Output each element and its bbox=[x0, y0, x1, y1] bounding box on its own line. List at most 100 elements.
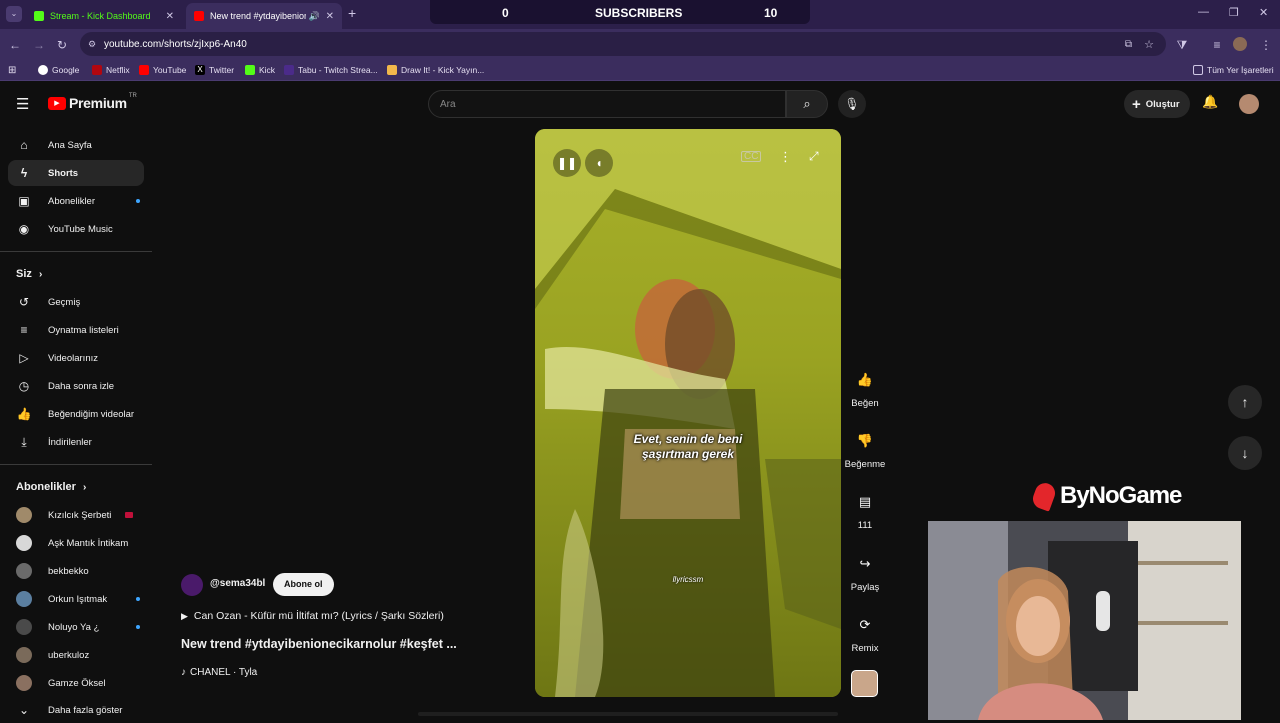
sidebar-item-your-videos[interactable]: ▷ Videolarınız bbox=[8, 345, 144, 371]
play-icon: ▶ bbox=[181, 610, 188, 621]
lyrics-caption: Evet, senin de beni şaşırtman gerek bbox=[535, 432, 841, 462]
create-button[interactable]: + Oluştur bbox=[1124, 90, 1190, 118]
close-tab-icon[interactable]: ✕ bbox=[166, 11, 174, 22]
forward-icon[interactable]: → bbox=[31, 37, 47, 53]
sidebar-channel[interactable]: Noluyo Ya ¿ bbox=[8, 614, 144, 640]
hamburger-menu-icon[interactable]: ☰ bbox=[16, 95, 29, 113]
search-button[interactable]: ⌕ bbox=[786, 90, 828, 118]
sidebar-section-subscriptions[interactable]: Abonelikler › bbox=[16, 481, 86, 493]
sidebar-channel[interactable]: Kızılcık Şerbeti bbox=[8, 502, 144, 528]
sidebar-item-label: Beğendiğim videolar bbox=[48, 408, 135, 420]
search-placeholder: Ara bbox=[440, 99, 456, 110]
channel-avatar bbox=[16, 675, 32, 691]
webcam-overlay bbox=[928, 521, 1241, 720]
channel-avatar bbox=[16, 591, 32, 607]
more-options-icon[interactable]: ⋮ bbox=[779, 149, 792, 165]
bookmark-netflix[interactable]: Netflix bbox=[92, 63, 130, 77]
close-window-icon[interactable]: ✕ bbox=[1259, 6, 1268, 19]
address-toolbar: ← → ↻ ⚙ youtube.com/shorts/zjIxp6-An40 ⧉… bbox=[0, 29, 1280, 59]
reload-icon[interactable]: ↻ bbox=[54, 37, 70, 53]
sidebar-item-history[interactable]: ↺ Geçmiş bbox=[8, 289, 144, 315]
fullscreen-icon[interactable]: ⤢ bbox=[809, 149, 819, 164]
bookmark-youtube[interactable]: YouTube bbox=[139, 63, 186, 77]
bookmark-drawit[interactable]: Draw It! - Kick Yayın... bbox=[387, 63, 484, 77]
remix-button[interactable]: ⟳ Remix bbox=[842, 611, 888, 654]
bookmark-star-icon[interactable]: ☆ bbox=[1144, 38, 1154, 51]
sidebar-channel[interactable]: Aşk Mantık İntikam bbox=[8, 530, 144, 556]
tab-youtube-short[interactable]: New trend #ytdayibenione 🔊 ✕ bbox=[186, 3, 342, 29]
browser-menu-icon[interactable]: ⋮ bbox=[1258, 37, 1274, 53]
bookmark-label: YouTube bbox=[153, 65, 187, 75]
video-progress-track[interactable] bbox=[418, 712, 838, 716]
site-info-icon[interactable]: ⚙ bbox=[88, 39, 96, 50]
sidebar-item-youtube-music[interactable]: ◉ YouTube Music bbox=[8, 216, 144, 242]
song-link[interactable]: ▶ Can Ozan - Küfür mü İltifat mı? (Lyric… bbox=[181, 610, 444, 622]
channel-handle[interactable]: @sema34bl bbox=[210, 578, 265, 589]
next-short-button[interactable]: ↓ bbox=[1228, 436, 1262, 470]
action-label: 111 bbox=[857, 520, 873, 531]
sidebar-divider bbox=[0, 464, 152, 465]
dislike-button[interactable]: 👎 Beğenme bbox=[842, 427, 888, 470]
notifications-bell-icon[interactable]: 🔔 bbox=[1202, 94, 1218, 110]
new-tab-icon[interactable]: + bbox=[348, 5, 356, 21]
youtube-premium-logo[interactable]: ▶ Premium TR bbox=[48, 93, 137, 111]
sidebar-item-watch-later[interactable]: ◷ Daha sonra izle bbox=[8, 373, 144, 399]
volume-button[interactable]: ◖ bbox=[585, 149, 613, 177]
tab-search-icon[interactable]: ⌄ bbox=[6, 6, 22, 22]
sidebar-channel[interactable]: uberkuloz bbox=[8, 642, 144, 668]
channel-avatar bbox=[16, 507, 32, 523]
sidebar-section-you[interactable]: Siz › bbox=[16, 268, 42, 280]
sidebar-channel[interactable]: Gamze Öksel bbox=[8, 670, 144, 696]
subscribe-button[interactable]: Abone ol bbox=[273, 573, 334, 596]
minimize-icon[interactable]: — bbox=[1198, 6, 1209, 18]
profile-avatar[interactable] bbox=[1233, 37, 1247, 51]
omnibox[interactable]: ⚙ youtube.com/shorts/zjIxp6-An40 ⧉ ☆ bbox=[80, 32, 1166, 56]
bookmark-google[interactable]: Google bbox=[38, 63, 79, 77]
your-videos-icon: ▷ bbox=[19, 351, 29, 365]
previous-short-button[interactable]: ↑ bbox=[1228, 385, 1262, 419]
sidebar-item-playlists[interactable]: ≡ Oynatma listeleri bbox=[8, 317, 144, 343]
tab-kick-dashboard[interactable]: Stream - Kick Dashboard ✕ bbox=[26, 3, 182, 29]
like-button[interactable]: 👍 Beğen bbox=[842, 366, 888, 409]
maximize-icon[interactable]: ❐ bbox=[1229, 6, 1239, 19]
video-frame bbox=[535, 129, 841, 697]
playlist-icon: ≡ bbox=[20, 323, 28, 337]
all-bookmarks[interactable]: Tüm Yer İşaretleri bbox=[1193, 63, 1274, 77]
audio-playing-icon[interactable]: 🔊 bbox=[309, 11, 320, 22]
short-title[interactable]: New trend #ytdayibenionecikarnolur #keşf… bbox=[181, 637, 457, 651]
sidebar-item-label: Kızılcık Şerbeti bbox=[48, 509, 112, 521]
back-icon[interactable]: ← bbox=[7, 37, 23, 53]
extensions-icon[interactable]: ⧩ bbox=[1174, 37, 1190, 53]
pause-button[interactable]: ❚❚ bbox=[553, 149, 581, 177]
share-button[interactable]: ↪ Paylaş bbox=[842, 550, 888, 593]
sidebar-item-shorts[interactable]: ϟ Shorts bbox=[8, 160, 144, 186]
bookmark-kick[interactable]: Kick bbox=[245, 63, 275, 77]
comments-button[interactable]: ▤ 111 bbox=[842, 488, 888, 531]
sidebar-channel[interactable]: Orkun Işıtmak bbox=[8, 586, 144, 612]
search-input[interactable]: Ara bbox=[428, 90, 786, 118]
sidebar-item-subscriptions[interactable]: ▣ Abonelikler bbox=[8, 188, 144, 214]
apps-grid-icon[interactable]: ⊞ bbox=[8, 63, 16, 77]
voice-search-button[interactable]: 🎙 bbox=[838, 90, 866, 118]
sidebar-item-home[interactable]: ⌂ Ana Sayfa bbox=[8, 132, 144, 158]
thumbs-up-icon: 👍 bbox=[16, 407, 32, 421]
music-icon: ◉ bbox=[18, 222, 30, 236]
short-video-player[interactable]: ❚❚ ◖ CC ⋮ ⤢ Evet, senin de beni şaşırtma… bbox=[535, 129, 841, 697]
media-control-icon[interactable]: ≡ bbox=[1209, 37, 1225, 53]
sidebar-item-liked-videos[interactable]: 👍 Beğendiğim videolar bbox=[8, 401, 144, 427]
music-info[interactable]: ♪ CHANEL · Tyla bbox=[181, 667, 257, 678]
bookmark-twitter[interactable]: X Twitter bbox=[195, 63, 234, 77]
captions-icon[interactable]: CC bbox=[741, 151, 762, 162]
install-app-icon[interactable]: ⧉ bbox=[1125, 39, 1132, 50]
subs-label: SUBSCRIBERS bbox=[595, 6, 683, 20]
sidebar-channel[interactable]: bekbekko bbox=[8, 558, 144, 584]
channel-avatar[interactable] bbox=[181, 574, 203, 596]
bookmark-tabu[interactable]: Tabu - Twitch Strea... bbox=[284, 63, 378, 77]
tab-title: Stream - Kick Dashboard bbox=[50, 11, 151, 21]
sidebar-item-downloads[interactable]: ⤓ İndirilenler bbox=[8, 429, 144, 455]
bookmark-label: Tabu - Twitch Strea... bbox=[298, 65, 378, 75]
close-tab-icon[interactable]: ✕ bbox=[326, 11, 334, 22]
sidebar-show-more[interactable]: ⌄ Daha fazla göster bbox=[8, 697, 144, 723]
account-avatar[interactable] bbox=[1239, 94, 1259, 114]
sound-thumbnail[interactable] bbox=[851, 670, 878, 697]
